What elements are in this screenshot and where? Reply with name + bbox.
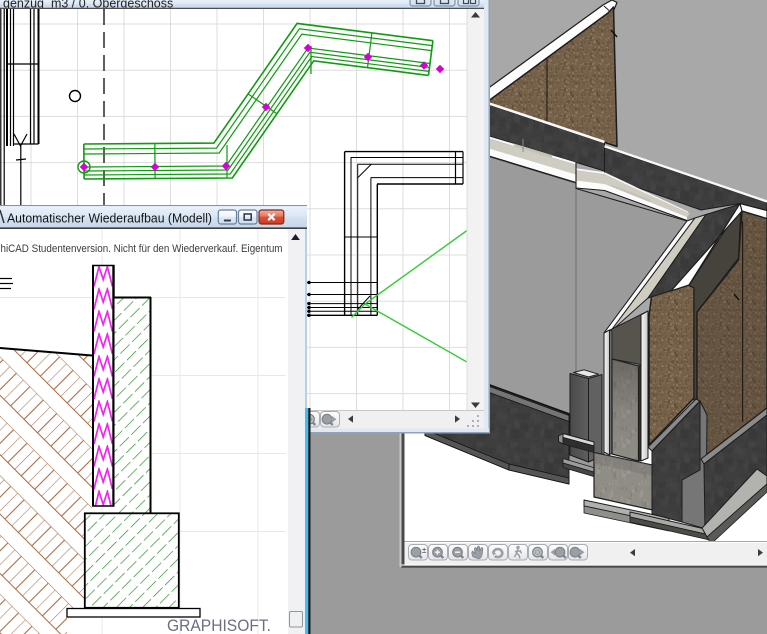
svg-text:±: ± (422, 546, 427, 555)
svg-text:GRAPHISOFT.: GRAPHISOFT. (167, 616, 271, 634)
svg-text:hiCAD Studentenversion. Nicht: hiCAD Studentenversion. Nicht für den Wi… (1, 243, 283, 255)
svg-text:Automatischer Wiederaufbau (Mo: Automatischer Wiederaufbau (Modell) (7, 211, 212, 226)
